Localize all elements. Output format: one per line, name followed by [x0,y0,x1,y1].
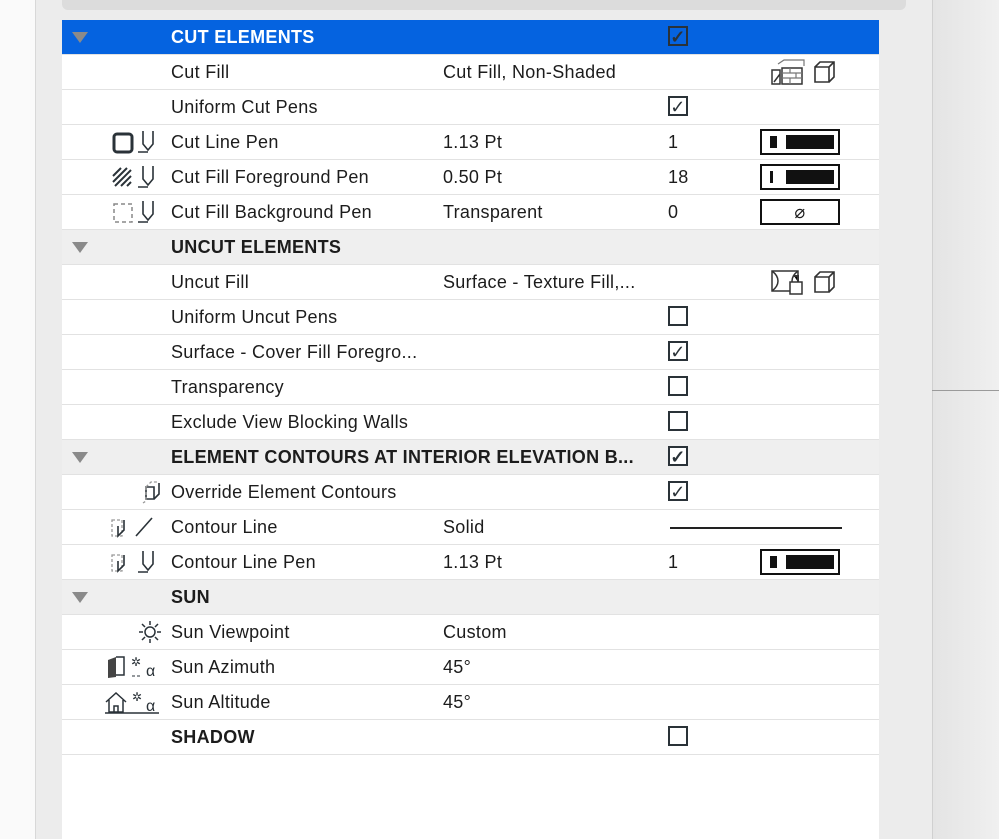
pen-number[interactable]: 0 [668,195,678,229]
pen-swatch[interactable] [760,164,840,190]
row-label: Sun Azimuth [171,657,276,677]
pen-swatch-transparent[interactable]: ⌀ [760,199,840,225]
row-surface-cover-fill[interactable]: Surface - Cover Fill Foregro... ✓ [62,335,879,370]
row-transparency[interactable]: Transparency [62,370,879,405]
row-label: Override Element Contours [171,482,397,502]
right-pane [932,0,999,839]
checkbox-unchecked[interactable] [668,411,688,431]
row-sun-altitude[interactable]: ✲ α Sun Altitude 45° [62,685,879,720]
section-cut-elements[interactable]: CUT ELEMENTS ✓ [62,20,879,55]
row-exclude-view-blocking-walls[interactable]: Exclude View Blocking Walls [62,405,879,440]
surface-texture-fill-icon [771,270,803,295]
checkbox-checked[interactable]: ✓ [668,481,688,501]
row-label: Cut Fill [171,62,230,82]
contour-line-icon [104,510,164,544]
sun-altitude-icon: ✲ α [104,685,164,719]
section-checkbox[interactable] [668,726,688,746]
row-label: Contour Line Pen [171,552,316,572]
cut-line-pen-icon [104,125,164,159]
section-checkbox[interactable]: ✓ [668,26,688,46]
row-value[interactable]: Custom [443,615,507,649]
row-override-element-contours[interactable]: Override Element Contours ✓ [62,475,879,510]
section-title: ELEMENT CONTOURS AT INTERIOR ELEVATION B… [171,447,634,467]
svg-text:α: α [146,698,156,715]
row-label: Uniform Cut Pens [171,97,318,117]
collapse-triangle-icon[interactable] [72,452,88,463]
row-uncut-fill[interactable]: Uncut Fill Surface - Texture Fill,... [62,265,879,300]
pen-number[interactable]: 18 [668,160,689,194]
row-sun-viewpoint[interactable]: Sun Viewpoint Custom [62,615,879,650]
section-shadow[interactable]: SHADOW [62,720,879,755]
checkbox-checked[interactable]: ✓ [668,341,688,361]
row-label: Contour Line [171,517,278,537]
section-title: SUN [171,587,210,607]
section-element-contours[interactable]: ELEMENT CONTOURS AT INTERIOR ELEVATION B… [62,440,879,475]
row-label: Cut Fill Background Pen [171,202,372,222]
pen-number[interactable]: 1 [668,125,678,159]
row-cut-fill-background-pen[interactable]: Cut Fill Background Pen Transparent 0 ⌀ [62,195,879,230]
row-value[interactable]: 45° [443,650,471,684]
section-sun[interactable]: SUN [62,580,879,615]
checkbox-checked[interactable]: ✓ [668,96,688,116]
row-cut-fill[interactable]: Cut Fill Cut Fill, Non-Shaded [62,55,879,90]
fill-type-icons[interactable] [770,55,838,89]
row-value[interactable]: 45° [443,685,471,719]
fill-background-pen-icon [104,195,164,229]
row-label: Surface - Cover Fill Foregro... [171,342,418,362]
background-drawing [0,0,36,839]
checkbox-unchecked[interactable] [668,376,688,396]
section-uncut-elements[interactable]: UNCUT ELEMENTS [62,230,879,265]
svg-text:✲: ✲ [131,655,141,669]
svg-text:✲: ✲ [132,690,142,704]
fill-type-icons[interactable] [770,265,838,299]
section-title: SHADOW [171,727,255,747]
contour-pen-icon [104,545,164,579]
row-uniform-uncut-pens[interactable]: Uniform Uncut Pens [62,300,879,335]
cube-icon [814,61,835,83]
override-contours-icon [104,475,164,509]
row-label: Cut Fill Foreground Pen [171,167,369,187]
cube-icon [814,271,835,293]
checkbox-unchecked[interactable] [668,306,688,326]
row-value: 1.13 Pt [443,552,503,572]
row-label: Uniform Uncut Pens [171,307,338,327]
collapse-triangle-icon[interactable] [72,32,88,43]
row-label: Sun Viewpoint [171,622,290,642]
collapse-triangle-icon[interactable] [72,242,88,253]
row-value[interactable]: Surface - Texture Fill,... [443,265,636,299]
row-contour-line-pen[interactable]: Contour Line Pen 1.13 Pt 1 [62,545,879,580]
svg-text:α: α [146,663,156,680]
row-label: Exclude View Blocking Walls [171,412,409,432]
row-sun-azimuth[interactable]: ✲ α Sun Azimuth 45° [62,650,879,685]
row-cut-fill-foreground-pen[interactable]: Cut Fill Foreground Pen 0.50 Pt 18 [62,160,879,195]
collapse-triangle-icon[interactable] [72,592,88,603]
brick-fill-icon [771,59,805,85]
pen-swatch[interactable] [760,549,840,575]
row-value: Transparent [443,202,543,222]
sun-icon [104,615,164,649]
section-title: CUT ELEMENTS [171,27,315,47]
settings-table: CUT ELEMENTS ✓ Cut Fill Cut Fill, Non-Sh… [62,20,879,839]
line-type-preview[interactable] [670,527,842,529]
row-value: 0.50 Pt [443,167,503,187]
row-uniform-cut-pens[interactable]: Uniform Cut Pens ✓ [62,90,879,125]
row-contour-line[interactable]: Contour Line Solid [62,510,879,545]
row-label: Cut Line Pen [171,132,279,152]
row-value: 1.13 Pt [443,132,503,152]
fill-foreground-pen-icon [104,160,164,194]
sun-azimuth-icon: ✲ α [104,650,164,684]
row-value[interactable]: Solid [443,510,485,544]
divider [932,390,999,391]
row-value[interactable]: Cut Fill, Non-Shaded [443,55,616,89]
section-title: UNCUT ELEMENTS [171,237,342,257]
pen-swatch[interactable] [760,129,840,155]
section-checkbox[interactable]: ✓ [668,446,688,466]
row-label: Uncut Fill [171,272,250,292]
row-cut-line-pen[interactable]: Cut Line Pen 1.13 Pt 1 [62,125,879,160]
empty-set-icon: ⌀ [794,202,806,222]
pen-number[interactable]: 1 [668,545,678,579]
top-bar [62,0,906,10]
row-label: Transparency [171,377,284,397]
row-label: Sun Altitude [171,692,271,712]
